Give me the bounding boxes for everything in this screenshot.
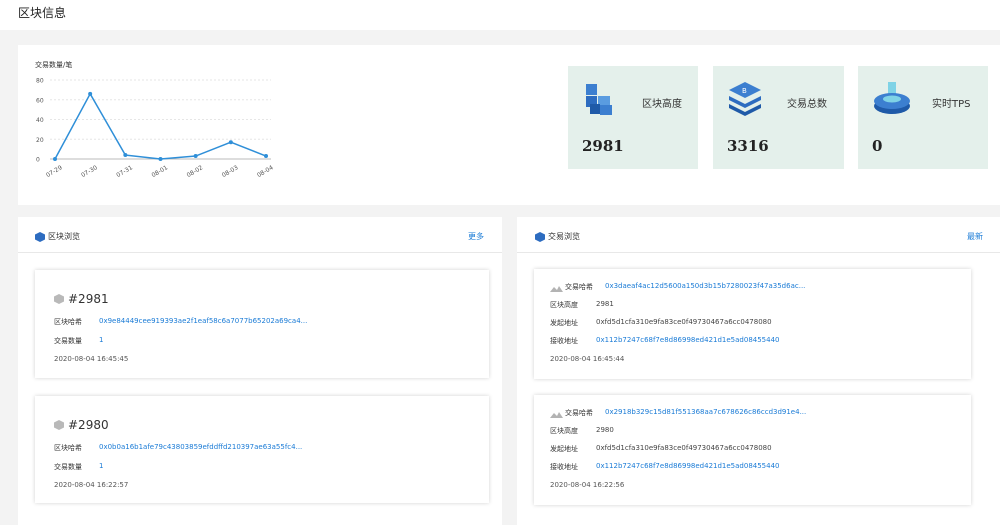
stat-label: 实时TPS [932,99,971,110]
block-height-value: 2980 [596,426,614,434]
x-tick-label: 08-03 [221,164,240,179]
block-number: #2980 [68,418,109,432]
y-tick-label: 60 [36,97,44,104]
y-tick-label: 20 [36,137,44,144]
tx-hash-label: 交易哈希 [565,283,593,291]
tx-panel-title: 交易浏览 [548,232,580,241]
mountain-icon [550,286,563,292]
block-height-value: 2981 [596,300,614,308]
block-card[interactable]: #2981 区块哈希 0x9e84449cee919393ae2f1eaf58c… [35,270,489,378]
cube-icon [35,232,45,242]
y-tick-label: 80 [36,78,44,85]
x-tick-label: 07-29 [45,164,64,179]
blocks-panel-title: 区块浏览 [48,232,80,241]
stat-value: 3316 [727,137,769,155]
chart-title: 交易数量/笔 [35,60,72,69]
series-line [54,92,267,160]
count-label: 交易数量 [54,463,82,471]
tx-count-value[interactable]: 1 [99,336,103,344]
blocks-panel: 区块浏览 更多 #2981 区块哈希 0x9e84449cee919393ae2… [18,217,502,525]
hash-label: 区块哈希 [54,444,82,452]
data-point[interactable] [53,157,57,161]
x-tick-label: 08-02 [186,164,205,179]
cube-icon [54,420,64,430]
data-point[interactable] [228,140,233,145]
from-label: 发起地址 [550,319,578,327]
data-point[interactable] [193,154,198,159]
from-address: 0xfd5d1cfa310e9fa83ce0f49730467a6cc04780… [596,318,772,326]
blocks-panel-header: 区块浏览 更多 [18,217,502,253]
stat-card-tx-total: B 交易总数 3316 [713,66,844,169]
from-label: 发起地址 [550,445,578,453]
x-tick-label: 08-01 [150,164,169,179]
count-label: 交易数量 [54,337,82,345]
y-tick-label: 40 [36,117,44,124]
to-address-link[interactable]: 0x112b7247c68f7e8d86998ed421d1e5ad084554… [596,336,780,344]
tx-time: 2020-08-04 16:22:56 [550,481,625,489]
stat-label: 交易总数 [787,99,827,110]
tx-card[interactable]: 交易哈希 0x2918b329c15d81f551368aa7c678626c8… [534,395,971,505]
tx-hash-link[interactable]: 0x2918b329c15d81f551368aa7c678626c86ccd3… [605,408,806,416]
stack-icon: B [729,82,761,116]
stat-value: 2981 [582,137,624,155]
stat-value: 0 [872,137,883,155]
x-tick-label: 08-04 [256,164,275,179]
block-time: 2020-08-04 16:45:45 [54,355,129,363]
block-card[interactable]: #2980 区块哈希 0x0b0a16b1afe79c43803859efddf… [35,396,489,503]
tx-count-chart: 交易数量/笔 0 20 40 60 80 07-29 07-30 07-31 08-01 08-… [35,60,275,179]
to-label: 接收地址 [550,463,578,471]
block-time: 2020-08-04 16:22:57 [54,481,129,489]
hash-label: 区块哈希 [54,318,82,326]
to-label: 接收地址 [550,337,578,345]
y-tick-label: 0 [36,157,40,164]
tx-hash-link[interactable]: 0x3daeaf4ac12d5600a150d3b15b7280023f47a3… [605,282,805,290]
page-title: 区块信息 [18,6,67,20]
tx-count-value[interactable]: 1 [99,462,103,470]
svg-text:B: B [742,87,747,95]
blocks-more-link[interactable]: 更多 [468,231,484,242]
tx-panel-header: 交易浏览 最新 [517,217,1000,253]
mountain-icon [550,412,563,418]
stat-label: 区块高度 [642,99,682,110]
height-label: 区块高度 [550,301,578,309]
cube-icon [54,294,64,304]
to-address-link[interactable]: 0x112b7247c68f7e8d86998ed421d1e5ad084554… [596,462,780,470]
from-address: 0xfd5d1cfa310e9fa83ce0f49730467a6cc04780… [596,444,772,452]
x-tick-label: 07-31 [115,164,134,179]
x-tick-label: 07-30 [80,164,99,179]
data-point[interactable] [158,157,163,161]
tx-card[interactable]: 交易哈希 0x3daeaf4ac12d5600a150d3b15b7280023… [534,269,971,379]
stat-card-tps: 实时TPS 0 [858,66,988,169]
data-point[interactable] [88,91,93,96]
cube-icon [535,232,545,242]
height-label: 区块高度 [550,427,578,435]
data-point[interactable] [123,153,128,158]
block-number: #2981 [68,292,109,306]
page-header: 区块信息 [0,0,1000,30]
tx-panel: 交易浏览 最新 交易哈希 0x3daeaf4ac12d5600a150d3b15… [517,217,1000,525]
block-hash-link[interactable]: 0x9e84449cee919393ae2f1eaf58c6a7077b6520… [99,317,307,325]
data-point[interactable] [264,154,268,159]
disk-icon [874,82,910,114]
tx-time: 2020-08-04 16:45:44 [550,355,625,363]
cubes-icon [586,84,612,115]
overview-panel: 交易数量/笔 0 20 40 60 80 07-29 07-30 07-31 08-01 08-… [18,45,1000,205]
tx-latest-link[interactable]: 最新 [967,231,983,242]
tx-hash-label: 交易哈希 [565,409,593,417]
stat-card-block-height: 区块高度 2981 [568,66,698,169]
block-hash-link[interactable]: 0x0b0a16b1afe79c43803859efddffd210397ae6… [99,443,302,451]
